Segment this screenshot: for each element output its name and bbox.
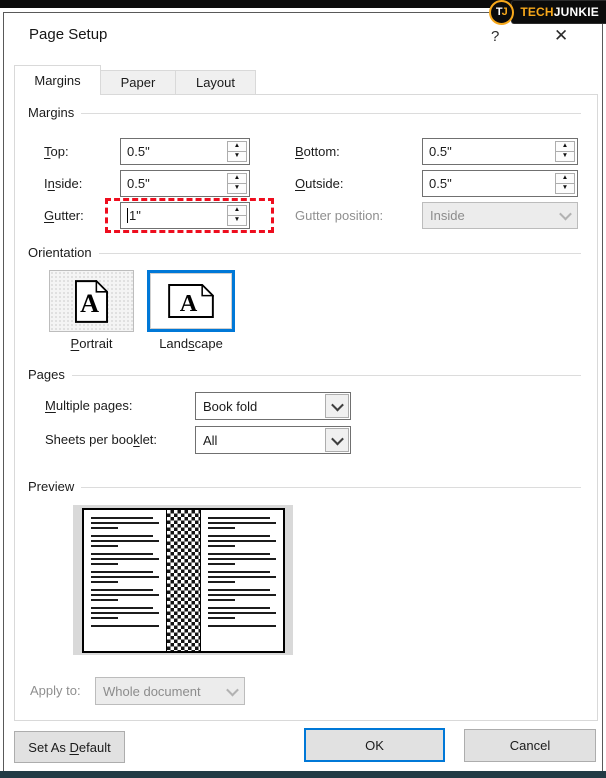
brand-name-tech: TECH: [520, 5, 553, 19]
dialog-title: Page Setup: [29, 26, 107, 43]
sheets-per-booklet-label: Sheets per booklet:: [45, 426, 157, 454]
chevron-down-icon: [331, 398, 344, 411]
apply-to-label: Apply to:: [30, 677, 81, 705]
margins-group-label: Margins: [28, 105, 74, 120]
pages-group-label: Pages: [28, 367, 65, 382]
margins-group-header: Margins: [28, 105, 581, 120]
outside-margin-input[interactable]: 0.5" ▲ ▼: [422, 170, 578, 197]
gutter-position-dropdown: Inside: [422, 202, 578, 229]
svg-text:A: A: [180, 290, 198, 317]
svg-text:A: A: [80, 289, 99, 318]
chevron-down-icon: [226, 683, 239, 696]
bottom-border-band: [0, 771, 606, 778]
spinner-up-icon[interactable]: ▲: [227, 205, 247, 215]
techjunkie-logo: TJ TECHJUNKIE: [489, 0, 606, 25]
landscape-page-icon: A: [168, 284, 214, 318]
multiple-pages-label: Multiple pages:: [45, 392, 132, 420]
set-as-default-button[interactable]: Set As Default: [14, 731, 125, 763]
techjunkie-wordmark: TECHJUNKIE: [511, 0, 606, 24]
orientation-group-label: Orientation: [28, 245, 92, 260]
bottom-margin-value: 0.5": [429, 139, 452, 164]
gutter-margin-label: Gutter:: [44, 202, 84, 229]
chevron-down-icon: [331, 432, 344, 445]
landscape-label: Landscape: [141, 336, 241, 351]
pages-group-header: Pages: [28, 367, 581, 382]
close-icon[interactable]: ✕: [554, 26, 568, 46]
spinner-up-icon[interactable]: ▲: [555, 173, 575, 183]
cancel-button[interactable]: Cancel: [464, 729, 596, 762]
preview-gutter-checker: [166, 510, 201, 651]
group-divider: [81, 113, 581, 114]
bottom-margin-label: Bottom:: [295, 138, 340, 165]
ok-button[interactable]: OK: [304, 728, 445, 762]
sheets-per-booklet-value: All: [196, 427, 324, 453]
group-divider: [81, 487, 581, 488]
group-divider: [72, 375, 581, 376]
tab-layout[interactable]: Layout: [175, 70, 256, 95]
preview-group-header: Preview: [28, 479, 581, 494]
gutter-margin-input[interactable]: 1" ▲ ▼: [120, 202, 250, 229]
outside-margin-label: Outside:: [295, 170, 343, 197]
help-icon[interactable]: ?: [491, 28, 499, 45]
tab-margins[interactable]: Margins: [14, 65, 101, 95]
multiple-pages-dropdown[interactable]: Book fold: [195, 392, 351, 420]
tab-strip: Margins Paper Layout: [14, 65, 255, 95]
spinner-down-icon[interactable]: ▼: [227, 151, 247, 162]
inside-margin-label: Inside:: [44, 170, 82, 197]
preview-group-label: Preview: [28, 479, 74, 494]
orientation-portrait-tile[interactable]: A: [49, 270, 134, 332]
preview-page-left: [84, 510, 166, 651]
dropdown-button[interactable]: [325, 394, 349, 418]
preview-book: [82, 508, 285, 653]
spinner-up-icon[interactable]: ▲: [227, 173, 247, 183]
multiple-pages-value: Book fold: [196, 393, 324, 419]
spinner-down-icon[interactable]: ▼: [227, 215, 247, 226]
text-cursor: [127, 208, 128, 223]
gutter-margin-value: 1": [129, 203, 141, 228]
margins-tab-page: Margins Top: 0.5" ▲ ▼ Bottom: 0.5" ▲ ▼ I…: [14, 94, 598, 721]
outside-margin-value: 0.5": [429, 171, 452, 196]
gutter-position-label: Gutter position:: [295, 202, 383, 229]
spinner-up-icon[interactable]: ▲: [555, 141, 575, 151]
gutter-position-value: Inside: [423, 203, 553, 228]
top-margin-label: Top:: [44, 138, 69, 165]
top-margin-input[interactable]: 0.5" ▲ ▼: [120, 138, 250, 165]
inside-margin-value: 0.5": [127, 171, 150, 196]
apply-to-dropdown: Whole document: [95, 677, 245, 705]
dropdown-button[interactable]: [325, 428, 349, 452]
chevron-down-icon: [559, 208, 572, 221]
spinner-up-icon[interactable]: ▲: [227, 141, 247, 151]
brand-initial-j: J: [502, 7, 508, 18]
portrait-label: Portrait: [49, 336, 134, 351]
book-fold-preview-graphic: [73, 505, 293, 655]
orientation-landscape-tile[interactable]: A: [147, 270, 235, 332]
bottom-margin-input[interactable]: 0.5" ▲ ▼: [422, 138, 578, 165]
sheets-per-booklet-dropdown[interactable]: All: [195, 426, 351, 454]
apply-to-value: Whole document: [96, 678, 220, 704]
spinner-down-icon[interactable]: ▼: [227, 183, 247, 194]
brand-name-junkie: JUNKIE: [554, 5, 599, 19]
preview-page-right: [201, 510, 283, 651]
spinner-down-icon[interactable]: ▼: [555, 151, 575, 162]
inside-margin-input[interactable]: 0.5" ▲ ▼: [120, 170, 250, 197]
tab-paper[interactable]: Paper: [100, 70, 176, 95]
group-divider: [99, 253, 581, 254]
top-margin-value: 0.5": [127, 139, 150, 164]
portrait-page-icon: A: [75, 280, 108, 323]
page-setup-dialog: Page Setup ? ✕ Margins Paper Layout Marg…: [3, 12, 603, 772]
spinner-down-icon[interactable]: ▼: [555, 183, 575, 194]
orientation-group-header: Orientation: [28, 245, 581, 260]
